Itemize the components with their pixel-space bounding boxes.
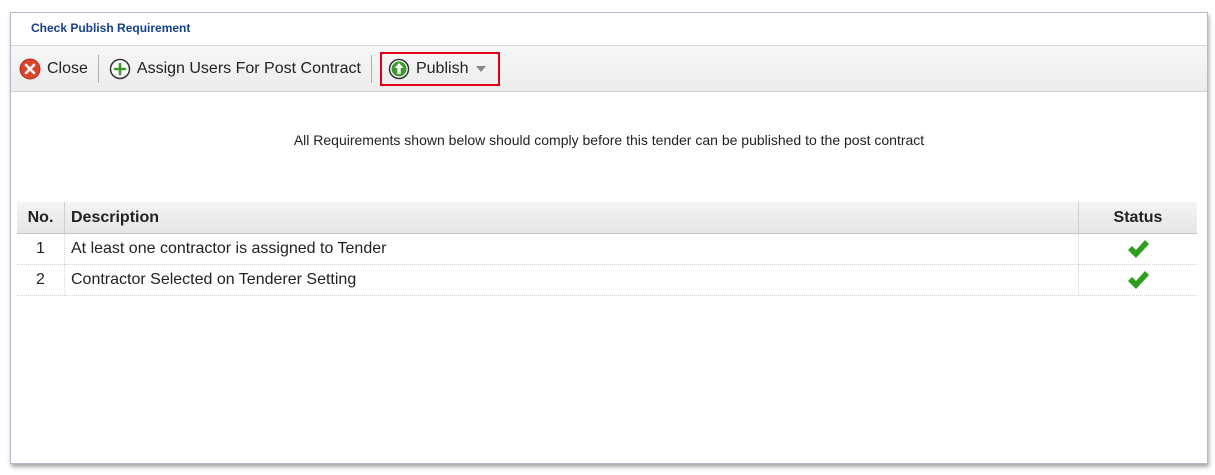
assign-users-button[interactable]: Assign Users For Post Contract — [105, 54, 365, 84]
toolbar-separator — [97, 54, 99, 83]
column-header-no[interactable]: No. — [17, 202, 65, 234]
publish-label: Publish — [415, 59, 469, 77]
row-description: At least one contractor is assigned to T… — [64, 233, 1079, 265]
check-icon — [1126, 269, 1150, 291]
dialog-title: Check Publish Requirement — [31, 21, 191, 35]
requirements-notice: All Requirements shown below should comp… — [293, 132, 925, 148]
chevron-down-icon[interactable] — [476, 65, 487, 72]
check-icon — [1126, 238, 1150, 260]
status-cell — [1078, 264, 1197, 296]
status-cell — [1078, 233, 1197, 265]
publish-button[interactable]: Publish — [384, 54, 490, 84]
column-header-description[interactable]: Description — [64, 202, 1079, 234]
grid-header-row: No. Description Status — [17, 202, 1197, 234]
close-button[interactable]: Close — [15, 54, 92, 84]
column-header-status[interactable]: Status — [1078, 202, 1197, 234]
dialog-title-bar[interactable]: Check Publish Requirement — [11, 13, 1207, 46]
row-number: 2 — [17, 264, 65, 296]
publish-highlight: Publish — [379, 51, 501, 86]
table-row[interactable]: 2 Contractor Selected on Tenderer Settin… — [17, 264, 1197, 296]
close-label: Close — [47, 59, 88, 77]
up-arrow-circle-icon — [388, 58, 410, 80]
row-number: 1 — [17, 233, 65, 265]
toolbar: Close Assign Users For Post Contract Pub… — [11, 46, 1207, 92]
close-icon — [19, 58, 41, 80]
row-description: Contractor Selected on Tenderer Setting — [64, 264, 1079, 296]
plus-circle-icon — [109, 58, 131, 80]
toolbar-separator — [370, 54, 372, 83]
table-row[interactable]: 1 At least one contractor is assigned to… — [17, 233, 1197, 265]
assign-users-label: Assign Users For Post Contract — [136, 59, 361, 77]
requirements-grid: No. Description Status 1 At least one co… — [17, 202, 1197, 296]
check-publish-dialog: Check Publish Requirement Close Assign U… — [10, 12, 1208, 464]
page: Check Publish Requirement Close Assign U… — [0, 0, 1215, 475]
